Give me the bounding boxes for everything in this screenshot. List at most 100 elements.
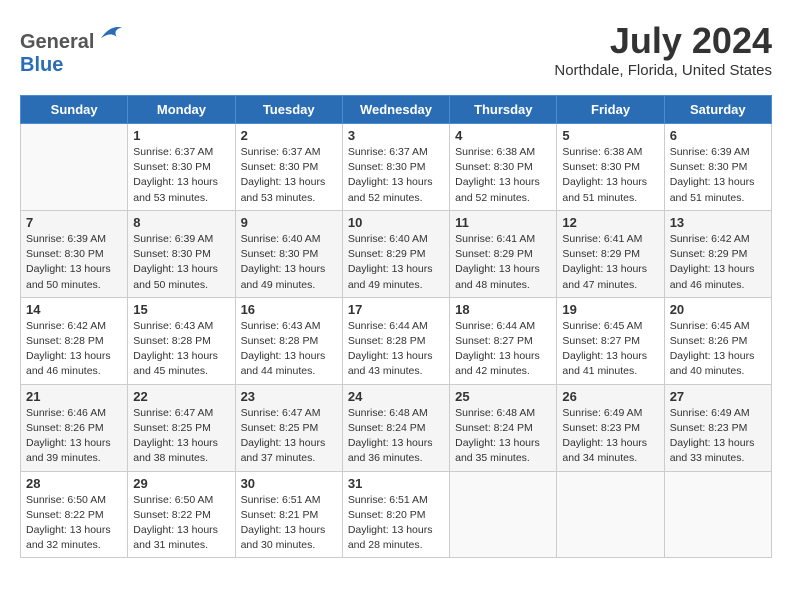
day-number: 20: [670, 302, 766, 317]
day-number: 13: [670, 215, 766, 230]
calendar-week-row: 28 Sunrise: 6:50 AM Sunset: 8:22 PM Dayli…: [21, 471, 772, 558]
day-number: 7: [26, 215, 122, 230]
day-info: Sunrise: 6:40 AM Sunset: 8:30 PM Dayligh…: [241, 232, 337, 293]
day-number: 31: [348, 476, 444, 491]
calendar-cell: 28 Sunrise: 6:50 AM Sunset: 8:22 PM Dayli…: [21, 471, 128, 558]
day-number: 28: [26, 476, 122, 491]
day-info: Sunrise: 6:43 AM Sunset: 8:28 PM Dayligh…: [133, 319, 229, 380]
day-info: Sunrise: 6:48 AM Sunset: 8:24 PM Dayligh…: [348, 406, 444, 467]
day-number: 25: [455, 389, 551, 404]
day-number: 15: [133, 302, 229, 317]
day-number: 30: [241, 476, 337, 491]
day-info: Sunrise: 6:41 AM Sunset: 8:29 PM Dayligh…: [455, 232, 551, 293]
calendar-cell: 19 Sunrise: 6:45 AM Sunset: 8:27 PM Dayli…: [557, 297, 664, 384]
day-info: Sunrise: 6:37 AM Sunset: 8:30 PM Dayligh…: [133, 145, 229, 206]
day-number: 8: [133, 215, 229, 230]
calendar-cell: 21Sunrise: 6:46 AM Sunset: 8:26 PM Dayli…: [21, 384, 128, 471]
calendar-title: July 2024: [554, 20, 772, 62]
calendar-cell: 11 Sunrise: 6:41 AM Sunset: 8:29 PM Dayli…: [450, 210, 557, 297]
day-info: Sunrise: 6:43 AM Sunset: 8:28 PM Dayligh…: [241, 319, 337, 380]
day-number: 17: [348, 302, 444, 317]
day-info: Sunrise: 6:50 AM Sunset: 8:22 PM Dayligh…: [133, 493, 229, 554]
calendar-cell: 29Sunrise: 6:50 AM Sunset: 8:22 PM Dayli…: [128, 471, 235, 558]
day-header-monday: Monday: [128, 96, 235, 124]
logo: General Blue: [20, 20, 124, 77]
day-info: Sunrise: 6:49 AM Sunset: 8:23 PM Dayligh…: [562, 406, 658, 467]
day-info: Sunrise: 6:39 AM Sunset: 8:30 PM Dayligh…: [133, 232, 229, 293]
day-header-sunday: Sunday: [21, 96, 128, 124]
calendar-cell: 17 Sunrise: 6:44 AM Sunset: 8:28 PM Dayli…: [342, 297, 449, 384]
day-number: 19: [562, 302, 658, 317]
day-info: Sunrise: 6:40 AM Sunset: 8:29 PM Dayligh…: [348, 232, 444, 293]
day-number: 21: [26, 389, 122, 404]
calendar-cell: 10 Sunrise: 6:40 AM Sunset: 8:29 PM Dayli…: [342, 210, 449, 297]
day-number: 6: [670, 128, 766, 143]
logo-text-general: General: [20, 31, 94, 53]
day-info: Sunrise: 6:42 AM Sunset: 8:28 PM Dayligh…: [26, 319, 122, 380]
calendar-cell: 1 Sunrise: 6:37 AM Sunset: 8:30 PM Daylig…: [128, 124, 235, 211]
day-number: 10: [348, 215, 444, 230]
day-number: 14: [26, 302, 122, 317]
day-number: 16: [241, 302, 337, 317]
calendar-cell: 4Sunrise: 6:38 AM Sunset: 8:30 PM Daylig…: [450, 124, 557, 211]
calendar-cell: 23 Sunrise: 6:47 AM Sunset: 8:25 PM Dayli…: [235, 384, 342, 471]
day-info: Sunrise: 6:39 AM Sunset: 8:30 PM Dayligh…: [670, 145, 766, 206]
day-info: Sunrise: 6:47 AM Sunset: 8:25 PM Dayligh…: [241, 406, 337, 467]
day-info: Sunrise: 6:45 AM Sunset: 8:26 PM Dayligh…: [670, 319, 766, 380]
day-header-friday: Friday: [557, 96, 664, 124]
day-number: 12: [562, 215, 658, 230]
day-number: 27: [670, 389, 766, 404]
day-header-saturday: Saturday: [664, 96, 771, 124]
day-info: Sunrise: 6:39 AM Sunset: 8:30 PM Dayligh…: [26, 232, 122, 293]
calendar-cell: 7 Sunrise: 6:39 AM Sunset: 8:30 PM Daylig…: [21, 210, 128, 297]
day-info: Sunrise: 6:45 AM Sunset: 8:27 PM Dayligh…: [562, 319, 658, 380]
page-header: General Blue July 2024 Northdale, Florid…: [20, 20, 772, 79]
calendar-cell: 14 Sunrise: 6:42 AM Sunset: 8:28 PM Dayli…: [21, 297, 128, 384]
calendar-table: SundayMondayTuesdayWednesdayThursdayFrid…: [20, 95, 772, 558]
calendar-cell: 12Sunrise: 6:41 AM Sunset: 8:29 PM Dayli…: [557, 210, 664, 297]
calendar-cell: 6 Sunrise: 6:39 AM Sunset: 8:30 PM Daylig…: [664, 124, 771, 211]
calendar-cell: 8 Sunrise: 6:39 AM Sunset: 8:30 PM Daylig…: [128, 210, 235, 297]
day-info: Sunrise: 6:48 AM Sunset: 8:24 PM Dayligh…: [455, 406, 551, 467]
day-number: 4: [455, 128, 551, 143]
day-number: 1: [133, 128, 229, 143]
calendar-cell: 2Sunrise: 6:37 AM Sunset: 8:30 PM Daylig…: [235, 124, 342, 211]
day-number: 5: [562, 128, 658, 143]
calendar-subtitle: Northdale, Florida, United States: [554, 62, 772, 79]
day-info: Sunrise: 6:47 AM Sunset: 8:25 PM Dayligh…: [133, 406, 229, 467]
day-number: 23: [241, 389, 337, 404]
title-area: July 2024 Northdale, Florida, United Sta…: [554, 20, 772, 79]
day-number: 9: [241, 215, 337, 230]
calendar-cell: 31 Sunrise: 6:51 AM Sunset: 8:20 PM Dayli…: [342, 471, 449, 558]
calendar-cell: 24Sunrise: 6:48 AM Sunset: 8:24 PM Dayli…: [342, 384, 449, 471]
logo-text-blue: Blue: [20, 54, 63, 76]
day-number: 11: [455, 215, 551, 230]
day-info: Sunrise: 6:51 AM Sunset: 8:21 PM Dayligh…: [241, 493, 337, 554]
calendar-week-row: 7 Sunrise: 6:39 AM Sunset: 8:30 PM Daylig…: [21, 210, 772, 297]
calendar-cell: [21, 124, 128, 211]
day-info: Sunrise: 6:49 AM Sunset: 8:23 PM Dayligh…: [670, 406, 766, 467]
calendar-week-row: 21Sunrise: 6:46 AM Sunset: 8:26 PM Dayli…: [21, 384, 772, 471]
calendar-cell: 18 Sunrise: 6:44 AM Sunset: 8:27 PM Dayli…: [450, 297, 557, 384]
calendar-cell: [557, 471, 664, 558]
day-info: Sunrise: 6:50 AM Sunset: 8:22 PM Dayligh…: [26, 493, 122, 554]
day-number: 3: [348, 128, 444, 143]
day-info: Sunrise: 6:44 AM Sunset: 8:28 PM Dayligh…: [348, 319, 444, 380]
calendar-cell: 22 Sunrise: 6:47 AM Sunset: 8:25 PM Dayli…: [128, 384, 235, 471]
calendar-cell: 9 Sunrise: 6:40 AM Sunset: 8:30 PM Daylig…: [235, 210, 342, 297]
day-info: Sunrise: 6:51 AM Sunset: 8:20 PM Dayligh…: [348, 493, 444, 554]
day-number: 2: [241, 128, 337, 143]
calendar-cell: [450, 471, 557, 558]
day-number: 22: [133, 389, 229, 404]
calendar-cell: 27 Sunrise: 6:49 AM Sunset: 8:23 PM Dayli…: [664, 384, 771, 471]
calendar-cell: 30 Sunrise: 6:51 AM Sunset: 8:21 PM Dayli…: [235, 471, 342, 558]
calendar-cell: 20 Sunrise: 6:45 AM Sunset: 8:26 PM Dayli…: [664, 297, 771, 384]
day-info: Sunrise: 6:44 AM Sunset: 8:27 PM Dayligh…: [455, 319, 551, 380]
day-number: 18: [455, 302, 551, 317]
calendar-cell: 26Sunrise: 6:49 AM Sunset: 8:23 PM Dayli…: [557, 384, 664, 471]
calendar-cell: 13 Sunrise: 6:42 AM Sunset: 8:29 PM Dayli…: [664, 210, 771, 297]
day-info: Sunrise: 6:42 AM Sunset: 8:29 PM Dayligh…: [670, 232, 766, 293]
calendar-header-row: SundayMondayTuesdayWednesdayThursdayFrid…: [21, 96, 772, 124]
calendar-cell: 25 Sunrise: 6:48 AM Sunset: 8:24 PM Dayli…: [450, 384, 557, 471]
calendar-cell: 3Sunrise: 6:37 AM Sunset: 8:30 PM Daylig…: [342, 124, 449, 211]
